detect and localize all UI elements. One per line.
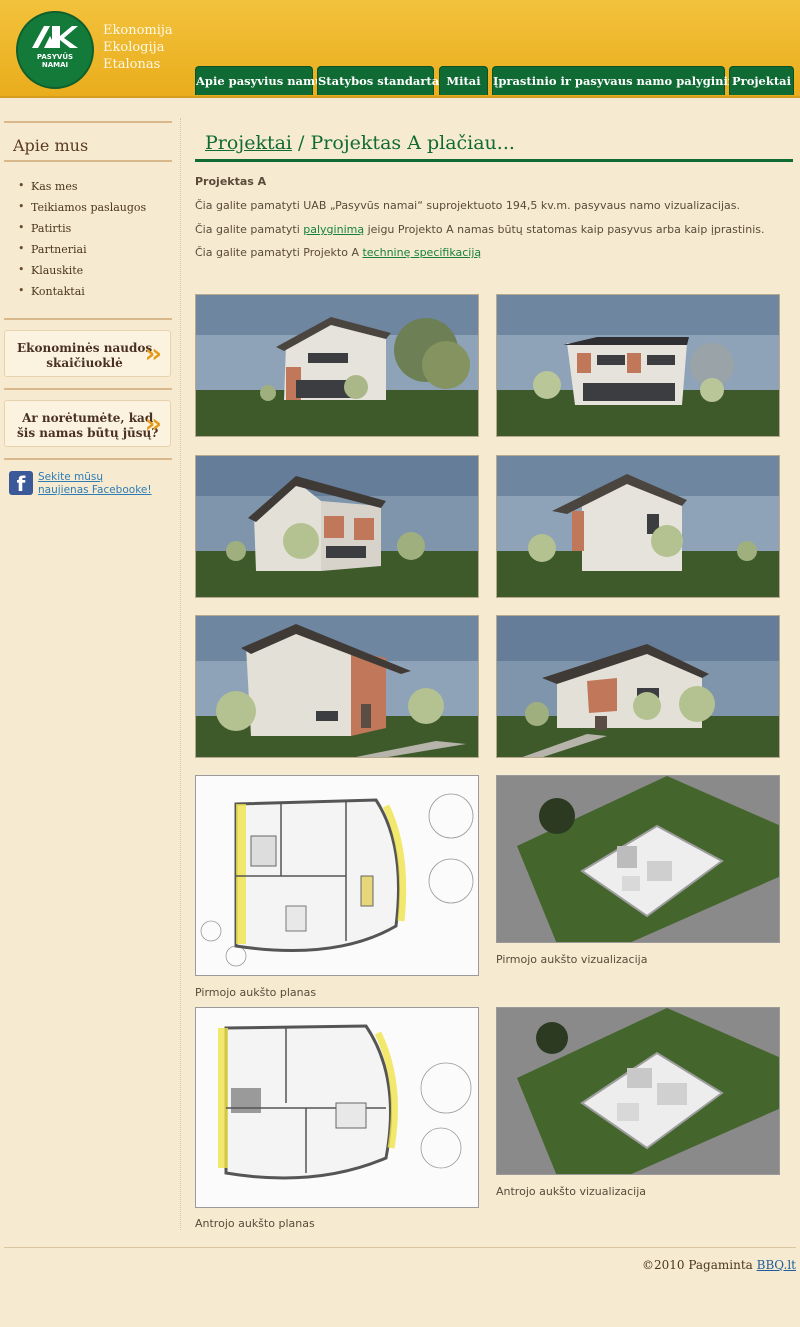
divider	[4, 318, 172, 320]
sidebar-item-kas-mes[interactable]: • Kas mes	[18, 179, 146, 200]
bullet-icon: •	[18, 221, 25, 234]
title-underline	[195, 159, 793, 162]
footer: ©2010 Pagaminta BBQ.lt	[642, 1258, 796, 1272]
sidebar-title: Apie mus	[13, 136, 89, 155]
tagline-line: Ekologija	[103, 40, 165, 55]
own-house-label-line2: šis namas būtų jūsų?	[17, 426, 159, 440]
bullet-icon: •	[18, 263, 25, 276]
divider	[4, 160, 172, 162]
project-heading: Projektas A	[195, 175, 267, 188]
logo-text-line1: PASYVŪS	[36, 53, 74, 61]
footer-author-link[interactable]: BBQ.lt	[757, 1258, 796, 1272]
sidebar-item-patirtis[interactable]: • Patirtis	[18, 221, 146, 242]
own-house-label-line1: Ar norėtumėte, kad	[22, 411, 154, 425]
calculator-label: Ekonominės naudos skaičiuoklė	[17, 341, 152, 371]
divider	[4, 458, 172, 460]
facebook-link-line2: naujienas Facebooke!	[38, 484, 152, 496]
comparison-text-start: Čia galite pamatyti	[195, 223, 304, 236]
logo-text-line2: NAMAI	[41, 61, 69, 69]
facebook-link[interactable]: Sekite mūsų naujienas Facebooke!	[38, 471, 152, 497]
nav-item-mitai[interactable]: Mitai	[439, 66, 488, 95]
floor-3d-view-image[interactable]	[496, 775, 780, 943]
calculator-label-line1: Ekonominės naudos	[17, 341, 153, 355]
nav-item-apie-pasyvius-namus[interactable]: Apie pasyvius namus	[195, 66, 330, 95]
comparison-text-end: jeigu Projekto A namas būtų statomas kai…	[364, 223, 765, 236]
floor1-view-caption: Pirmojo aukšto vizualizacija	[496, 953, 648, 966]
site-header: PASYVŪS NAMAI Ekonomija Ekologija Etalon…	[0, 0, 800, 98]
double-chevron-right-icon: ››	[144, 409, 163, 439]
render-image[interactable]	[195, 615, 479, 758]
specification-text: Čia galite pamatyti Projekto A	[195, 246, 363, 259]
facebook-icon[interactable]: f	[9, 471, 33, 496]
breadcrumb-projektai[interactable]: Projektai	[205, 132, 292, 154]
bullet-icon: •	[18, 200, 25, 213]
own-house-label: Ar norėtumėte, kad šis namas būtų jūsų?	[17, 411, 158, 441]
floor-3d-view-image[interactable]	[496, 1007, 780, 1175]
sidebar-item-kontaktai[interactable]: • Kontaktai	[18, 284, 146, 305]
double-chevron-right-icon: ››	[144, 339, 163, 369]
tagline-line: Etalonas	[103, 57, 161, 72]
specification-link[interactable]: techninę specifikaciją	[362, 246, 481, 259]
divider	[4, 388, 172, 390]
floor-plan-image[interactable]	[195, 775, 479, 976]
logo[interactable]: PASYVŪS NAMAI	[16, 11, 94, 89]
sidebar-item-label: Patirtis	[31, 222, 72, 235]
nav-item-palyginimas[interactable]: Įprastinio ir pasyvaus namo palyginimas	[492, 66, 754, 95]
sidebar-item-klauskite[interactable]: • Klauskite	[18, 263, 146, 284]
column-divider	[180, 118, 181, 1230]
calculator-button[interactable]: Ekonominės naudos skaičiuoklė ››	[4, 330, 171, 377]
render-image[interactable]	[195, 455, 479, 598]
render-image[interactable]	[496, 455, 780, 598]
sidebar-item-label: Klauskite	[31, 264, 84, 277]
nav-item-projektai[interactable]: Projektai	[729, 66, 794, 95]
sidebar-item-label: Kontaktai	[31, 285, 85, 298]
page-title: Projektai / Projektas A plačiau...	[205, 132, 515, 154]
own-house-button[interactable]: Ar norėtumėte, kad šis namas būtų jūsų? …	[4, 400, 171, 447]
render-image[interactable]	[195, 294, 479, 437]
sidebar-item-partneriai[interactable]: • Partneriai	[18, 242, 146, 263]
render-image[interactable]	[496, 294, 780, 437]
bullet-icon: •	[18, 284, 25, 297]
sidebar-item-label: Partneriai	[31, 243, 87, 256]
footer-copyright: ©2010 Pagaminta	[642, 1258, 757, 1272]
nav-item-statybos-standartai[interactable]: Statybos standartai	[317, 66, 444, 95]
render-image[interactable]	[496, 615, 780, 758]
page-title-text: / Projektas A plačiau...	[292, 132, 515, 154]
sidebar-item-paslaugos[interactable]: • Teikiamos paslaugos	[18, 200, 146, 221]
comparison-paragraph: Čia galite pamatyti palyginimą jeigu Pro…	[195, 223, 764, 236]
sidebar-menu: • Kas mes • Teikiamos paslaugos • Patirtis …	[18, 179, 146, 305]
tagline: Ekonomija Ekologija Etalonas	[103, 22, 173, 73]
divider	[4, 121, 172, 123]
floor2-plan-caption: Antrojo aukšto planas	[195, 1217, 315, 1230]
tagline-line: Ekonomija	[103, 23, 173, 38]
logo-mark-icon	[32, 26, 78, 48]
specification-paragraph: Čia galite pamatyti Projekto A techninę …	[195, 246, 481, 259]
calculator-label-line2: skaičiuoklė	[46, 356, 123, 370]
footer-divider	[4, 1247, 796, 1248]
floor1-plan-caption: Pirmojo aukšto planas	[195, 986, 317, 999]
sidebar-item-label: Teikiamos paslaugos	[31, 201, 147, 214]
floor-plan-image[interactable]	[195, 1007, 479, 1208]
intro-paragraph: Čia galite pamatyti UAB „Pasyvūs namai“ …	[195, 199, 740, 212]
bullet-icon: •	[18, 242, 25, 255]
facebook-link-line1: Sekite mūsų	[38, 471, 104, 483]
floor2-view-caption: Antrojo aukšto vizualizacija	[496, 1185, 647, 1198]
sidebar-item-label: Kas mes	[31, 180, 78, 193]
bullet-icon: •	[18, 179, 25, 192]
comparison-link[interactable]: palyginimą	[303, 223, 364, 236]
